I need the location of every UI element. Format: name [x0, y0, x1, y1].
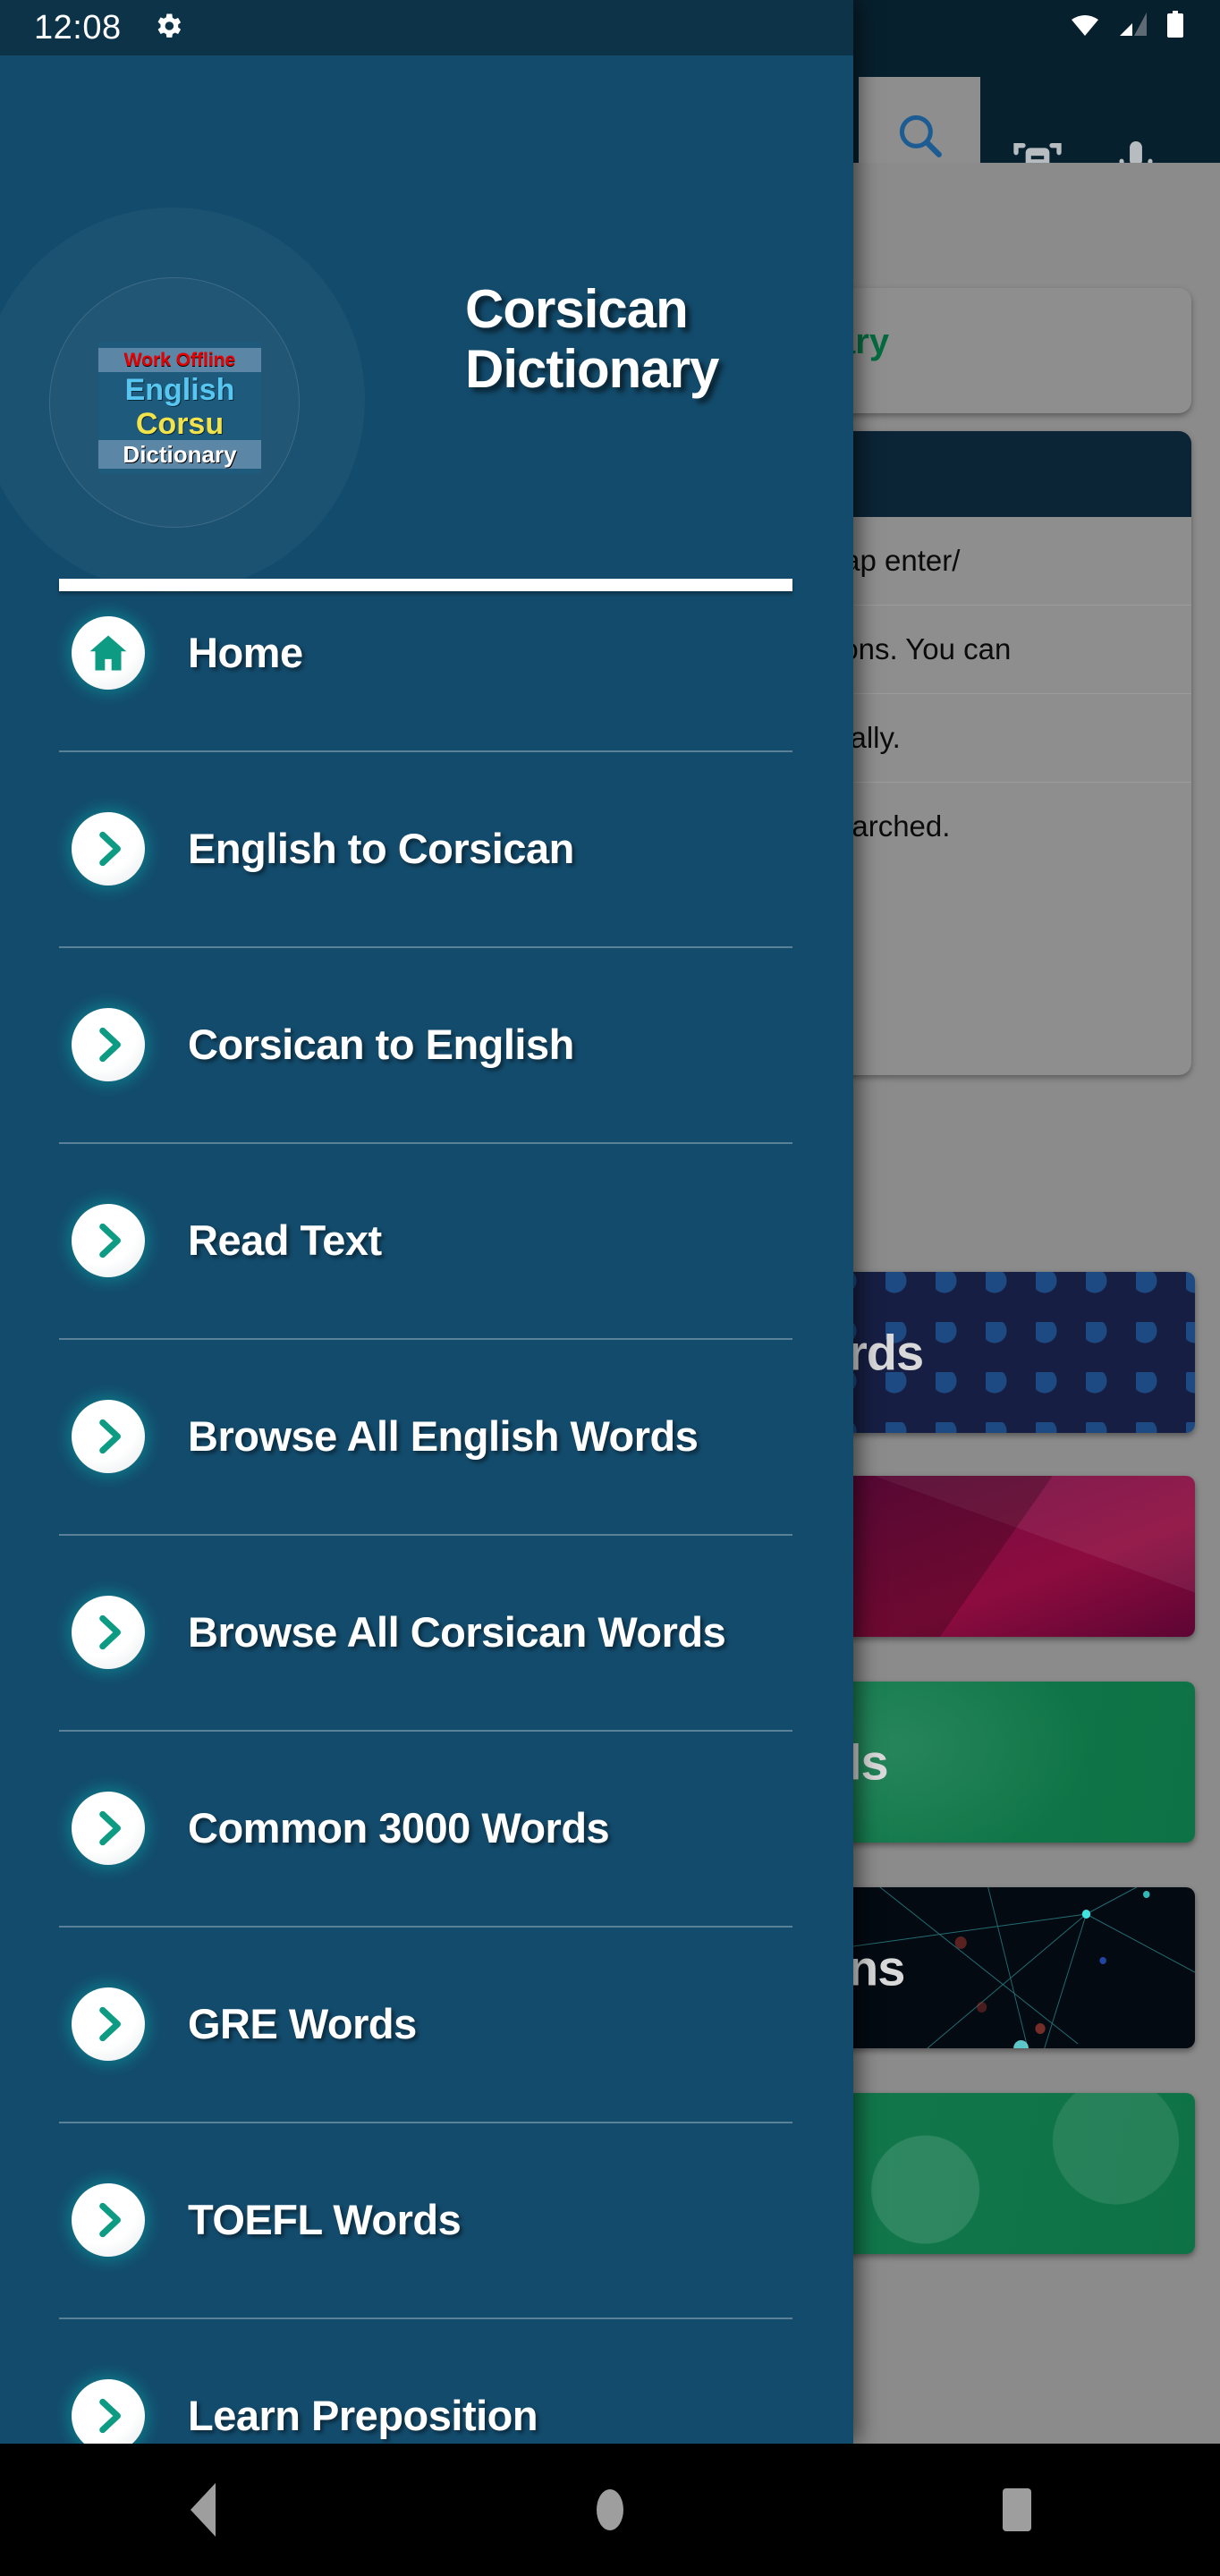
- chevron-right-icon: [72, 1399, 145, 1473]
- drawer-item-label: Browse All English Words: [188, 1412, 699, 1460]
- drawer-item-label: Browse All Corsican Words: [188, 1608, 726, 1656]
- drawer-item-common-3000-words[interactable]: Common 3000 Words: [0, 1730, 853, 1926]
- drawer-item-gre-words[interactable]: GRE Words: [0, 1926, 853, 2122]
- drawer-menu-list: Home English to Corsican Corsican to Eng…: [0, 555, 853, 2444]
- chevron-right-icon: [72, 1203, 145, 1277]
- drawer-item-home[interactable]: Home: [0, 555, 853, 750]
- drawer-status-bar: 12:08: [0, 0, 853, 55]
- drawer-item-english-to-corsican[interactable]: English to Corsican: [0, 750, 853, 946]
- feature-tile[interactable]: ns: [835, 1887, 1195, 2048]
- instruction-row: tap enter/: [835, 544, 961, 577]
- status-clock: 12:08: [34, 8, 122, 47]
- drawer-item-label: TOEFL Words: [188, 2196, 462, 2243]
- home-icon: [72, 615, 145, 690]
- feature-tile[interactable]: ls: [835, 1682, 1195, 1843]
- wifi-icon: [1070, 13, 1100, 40]
- chevron-right-icon: [72, 1007, 145, 1081]
- drawer-item-read-text[interactable]: Read Text: [0, 1142, 853, 1338]
- chevron-right-icon: [72, 1595, 145, 1669]
- chevron-right-icon: [72, 1987, 145, 2061]
- logo-line-corsu: Corsu: [135, 406, 225, 441]
- drawer-item-label: GRE Words: [188, 2000, 417, 2047]
- navigation-drawer: 12:08 Work Offline English Corsu Diction…: [0, 0, 853, 2444]
- feature-tile[interactable]: [835, 2093, 1195, 2254]
- phone-screen: ary tap enter/ ions. You can cally. earc…: [0, 0, 1220, 2576]
- back-icon: [191, 2483, 216, 2537]
- drawer-item-label: Corsican to English: [188, 1021, 574, 1068]
- feature-tile[interactable]: [835, 1476, 1195, 1637]
- logo-line-dictionary: Dictionary: [98, 439, 261, 469]
- battery-full-icon: [1166, 11, 1184, 42]
- app-logo: Work Offline English Corsu Dictionary: [98, 342, 261, 474]
- drawer-item-label: Read Text: [188, 1216, 382, 1264]
- cell-signal-icon: [1120, 13, 1147, 40]
- drawer-header: Work Offline English Corsu Dictionary Co…: [0, 55, 853, 591]
- drawer-title-line-2: Dictionary: [465, 339, 719, 400]
- app-title-fragment: ary: [835, 322, 890, 361]
- drawer-item-label: Home: [188, 629, 303, 676]
- logo-line-work-offline: Work Offline: [98, 347, 261, 372]
- instruction-row: earched.: [835, 809, 951, 843]
- feature-tile-label: rds: [848, 1324, 924, 1381]
- drawer-item-learn-preposition[interactable]: Learn Preposition: [0, 2318, 853, 2444]
- chevron-right-icon: [72, 2378, 145, 2444]
- drawer-app-title: Corsican Dictionary: [465, 279, 719, 400]
- feature-tile-label: ls: [848, 1733, 889, 1791]
- home-circle-icon: [596, 2489, 623, 2530]
- system-status-icons: [1070, 11, 1184, 42]
- nav-back-button[interactable]: [131, 2444, 275, 2576]
- instruction-row: ions. You can: [835, 632, 1012, 665]
- drawer-item-toefl-words[interactable]: TOEFL Words: [0, 2122, 853, 2318]
- chevron-right-icon: [72, 811, 145, 886]
- drawer-item-label: Common 3000 Words: [188, 1804, 610, 1852]
- instruction-row: cally.: [835, 721, 901, 754]
- nav-recents-button[interactable]: [945, 2444, 1089, 2576]
- instructions-card: tap enter/ ions. You can cally. earched.: [835, 431, 1191, 1075]
- drawer-title-line-1: Corsican: [465, 279, 689, 339]
- instructions-card-header: [835, 431, 1191, 517]
- feature-tile[interactable]: rds: [835, 1272, 1195, 1433]
- logo-line-english: English: [124, 372, 235, 407]
- search-icon: [899, 114, 942, 157]
- drawer-item-label: Learn Preposition: [188, 2392, 538, 2439]
- app-title-card: ary: [835, 288, 1191, 413]
- drawer-item-corsican-to-english[interactable]: Corsican to English: [0, 946, 853, 1142]
- feature-tile-label: ns: [848, 1939, 905, 1996]
- nav-home-button[interactable]: [538, 2444, 682, 2576]
- system-navigation-bar: [0, 2444, 1220, 2576]
- drawer-item-label: English to Corsican: [188, 825, 574, 872]
- chevron-right-icon: [72, 2182, 145, 2257]
- recents-icon: [1002, 2488, 1031, 2531]
- gear-icon[interactable]: [152, 10, 184, 47]
- drawer-item-browse-all-english-words[interactable]: Browse All English Words: [0, 1338, 853, 1534]
- drawer-item-browse-all-corsican-words[interactable]: Browse All Corsican Words: [0, 1534, 853, 1730]
- chevron-right-icon: [72, 1791, 145, 1865]
